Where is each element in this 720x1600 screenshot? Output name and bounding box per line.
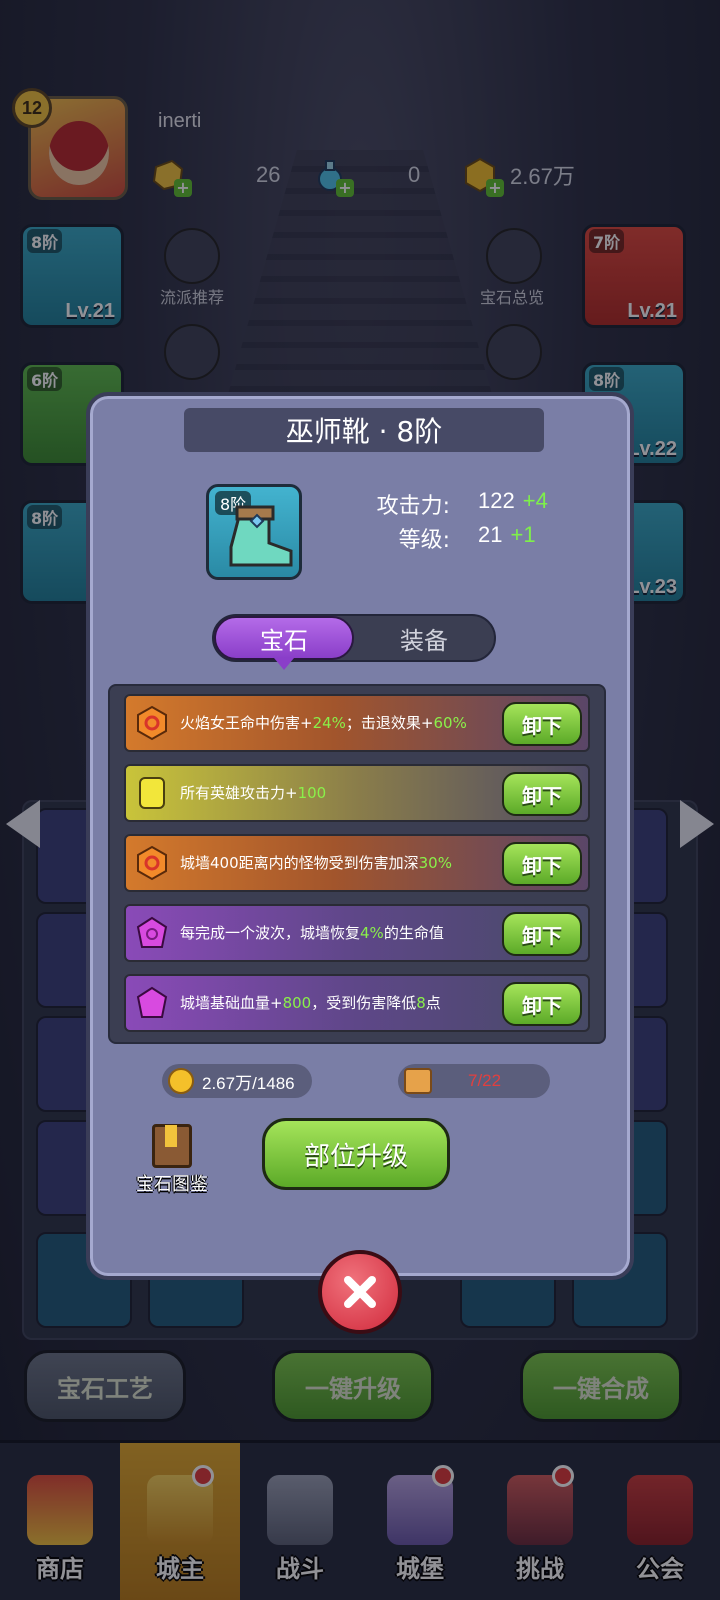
- gem-row: 火焰女王命中伤害+24%；击退效果+60% 卸下: [124, 694, 590, 752]
- gold-cost: 2.67万/1486: [162, 1064, 312, 1098]
- equipment-modal: 巫师靴 · 8阶 8阶 攻击力: 122 +4 等级: 21 +1 宝石 装备 …: [86, 392, 634, 1280]
- scroll-cost-value: 7/22: [468, 1071, 502, 1090]
- slot-upgrade-button[interactable]: 部位升级: [262, 1118, 450, 1190]
- stat-value: 122: [478, 488, 515, 513]
- close-button[interactable]: [318, 1250, 402, 1334]
- stat-attack: 攻击力: 122 +4: [340, 488, 548, 520]
- purple-gem-icon: [136, 985, 168, 1021]
- stat-level: 等级: 21 +1: [340, 522, 536, 554]
- gem-row: 城墙400距离内的怪物受到伤害加深30% 卸下: [124, 834, 590, 892]
- unload-button[interactable]: 卸下: [502, 702, 582, 746]
- yellow-gem-icon: [136, 775, 168, 811]
- boot-icon: 8阶: [206, 484, 302, 580]
- gem-effect-text: 城墙基础血量+800，受到伤害降低8点: [180, 993, 441, 1012]
- scroll-icon: [404, 1068, 432, 1094]
- close-icon: [344, 1276, 376, 1308]
- purple-gem-icon: [136, 915, 168, 951]
- tab-equipment[interactable]: 装备: [354, 616, 494, 660]
- gem-effect-text: 所有英雄攻击力+100: [180, 783, 327, 802]
- tab-gems[interactable]: 宝石: [214, 616, 354, 670]
- gem-row: 城墙基础血量+800，受到伤害降低8点 卸下: [124, 974, 590, 1032]
- gem-row: 所有英雄攻击力+100 卸下: [124, 764, 590, 822]
- gem-effect-text: 每完成一个波次，城墙恢复4%的生命值: [180, 923, 444, 942]
- socketed-gems-panel: 火焰女王命中伤害+24%；击退效果+60% 卸下 所有英雄攻击力+100 卸下 …: [108, 684, 606, 1044]
- stat-value: 21: [478, 522, 503, 547]
- stat-delta: +1: [510, 522, 536, 547]
- book-icon: [152, 1124, 192, 1168]
- scroll-cost: 7/22: [398, 1064, 550, 1098]
- gold-coin-icon: [168, 1068, 194, 1094]
- modal-title: 巫师靴 · 8阶: [184, 408, 544, 452]
- gem-row: 每完成一个波次，城墙恢复4%的生命值 卸下: [124, 904, 590, 962]
- gem-codex-button[interactable]: 宝石图鉴: [124, 1124, 220, 1195]
- fire-gem-icon: [136, 845, 168, 881]
- unload-button[interactable]: 卸下: [502, 912, 582, 956]
- stat-key: 等级:: [398, 528, 450, 553]
- gem-codex-label: 宝石图鉴: [136, 1174, 208, 1195]
- gem-effect-text: 城墙400距离内的怪物受到伤害加深30%: [180, 853, 452, 872]
- gem-effect-text: 火焰女王命中伤害+24%；击退效果+60%: [180, 713, 467, 732]
- gold-cost-value: 2.67万/1486: [202, 1073, 295, 1093]
- unload-button[interactable]: 卸下: [502, 842, 582, 886]
- fire-gem-icon: [136, 705, 168, 741]
- modal-tabs: 宝石 装备: [212, 614, 496, 670]
- unload-button[interactable]: 卸下: [502, 772, 582, 816]
- stat-key: 攻击力:: [376, 494, 450, 519]
- unload-button[interactable]: 卸下: [502, 982, 582, 1026]
- stat-delta: +4: [522, 488, 548, 513]
